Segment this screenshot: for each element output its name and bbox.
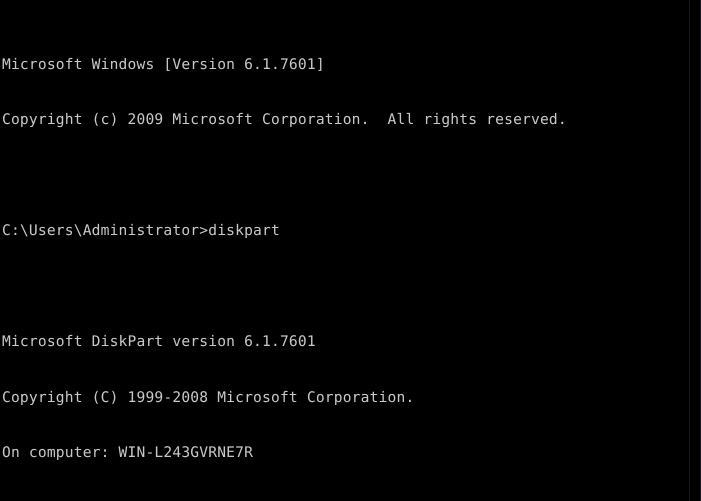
command-prompt-window[interactable]: Microsoft Windows [Version 6.1.7601] Cop… bbox=[0, 0, 701, 501]
console-line-shell-prompt: C:\Users\Administrator>diskpart bbox=[2, 222, 280, 239]
console-line: Copyright (c) 2009 Microsoft Corporation… bbox=[2, 111, 567, 128]
console-line: Microsoft DiskPart version 6.1.7601 bbox=[2, 333, 316, 350]
console-line: Copyright (C) 1999-2008 Microsoft Corpor… bbox=[2, 388, 415, 406]
console-text-buffer[interactable]: Microsoft Windows [Version 6.1.7601] Cop… bbox=[2, 0, 700, 501]
console-line-computer-name: On computer: WIN-L243GVRNE7R bbox=[2, 444, 254, 461]
console-line: Microsoft Windows [Version 6.1.7601] bbox=[2, 55, 325, 73]
